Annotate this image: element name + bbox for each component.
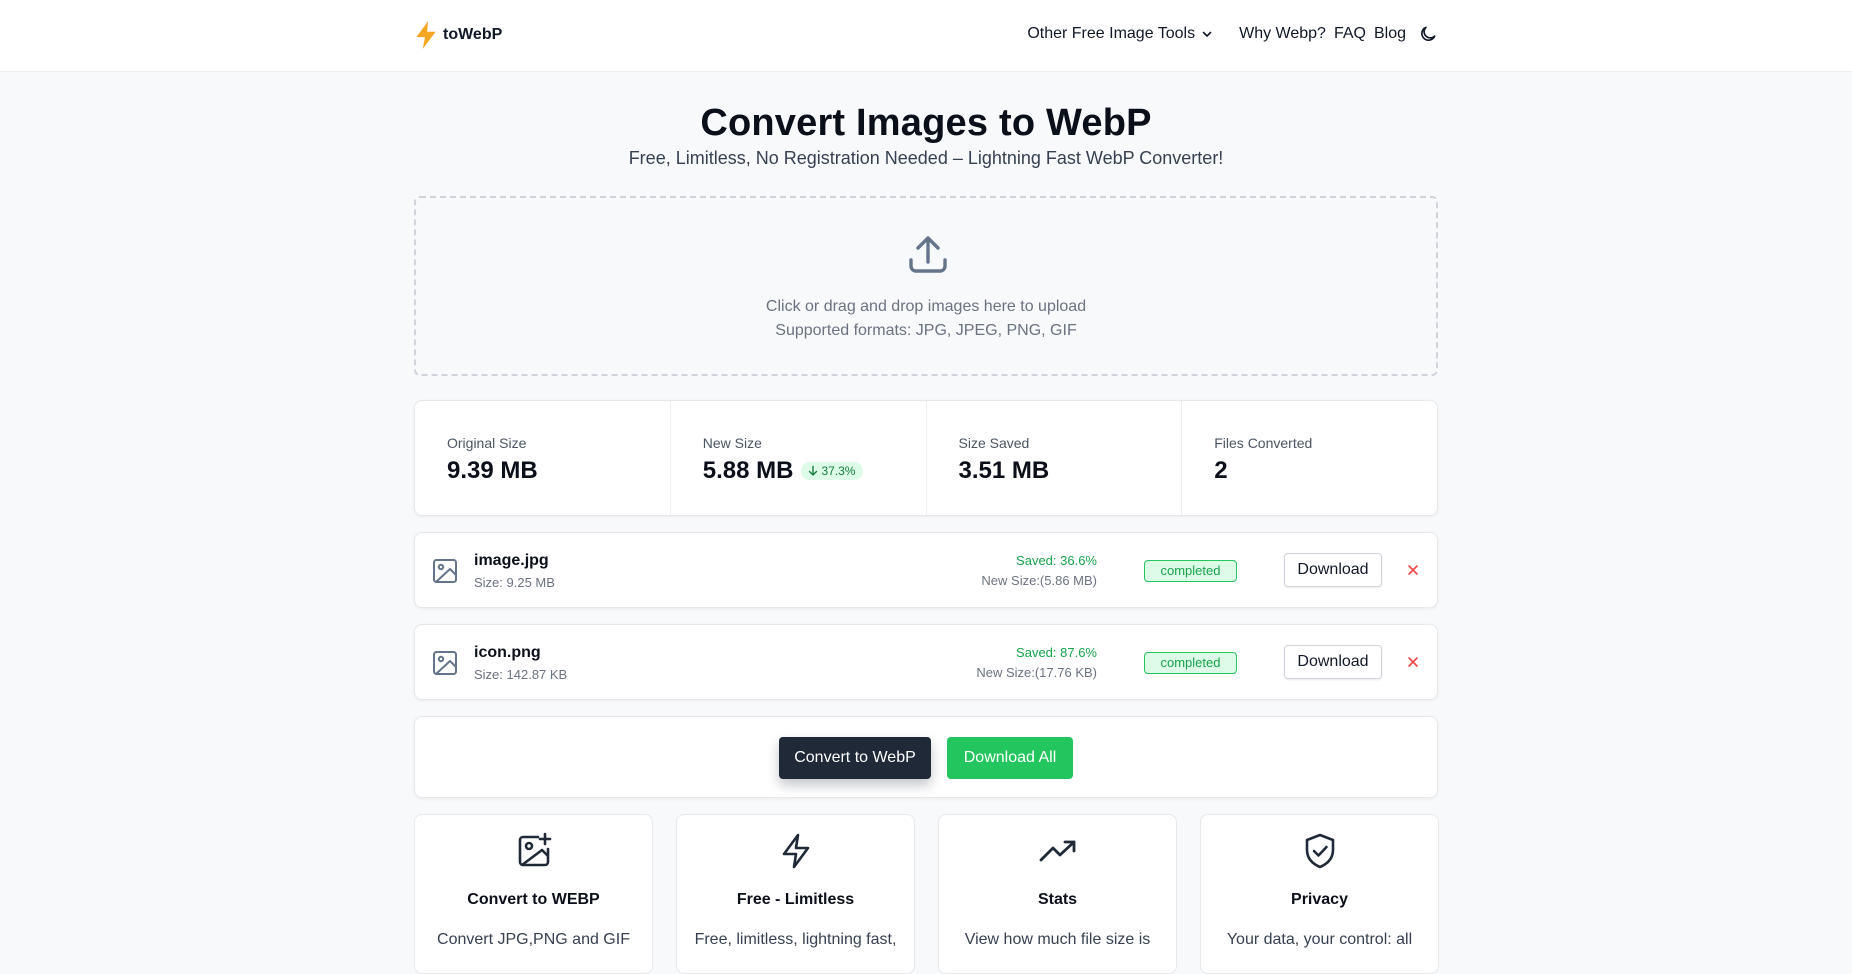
stat-label: Files Converted	[1214, 435, 1313, 451]
remove-file-button[interactable]	[1405, 562, 1421, 578]
upload-dropzone[interactable]: Click or drag and drop images here to up…	[414, 196, 1438, 376]
nav-tools-dropdown[interactable]: Other Free Image Tools	[1027, 25, 1213, 43]
file-row: icon.png Size: 142.87 KB Saved: 87.6% Ne…	[414, 624, 1438, 700]
nav-blog[interactable]: Blog	[1374, 25, 1406, 43]
download-all-button[interactable]: Download All	[947, 737, 1073, 779]
stat-value: 3.51 MB	[958, 457, 1050, 484]
theme-toggle-button[interactable]	[1418, 24, 1438, 44]
stat-label: Size Saved	[958, 435, 1030, 451]
remove-file-button[interactable]	[1405, 654, 1421, 670]
status-badge: completed	[1144, 652, 1237, 674]
page-subtitle: Free, Limitless, No Registration Needed …	[628, 148, 1224, 168]
file-size: Size: 142.87 KB	[474, 667, 568, 682]
stat-value: 5.88 MB 37.3%	[703, 457, 864, 485]
download-button[interactable]: Download	[1284, 645, 1382, 679]
feature-title: Free - Limitless	[736, 891, 855, 908]
stat-new-size: New Size 5.88 MB 37.3%	[671, 401, 927, 515]
file-name: image.jpg	[474, 552, 549, 569]
nav-faq[interactable]: FAQ	[1334, 25, 1366, 43]
stat-size-saved: Size Saved 3.51 MB	[927, 401, 1183, 515]
stat-value: 9.39 MB	[447, 457, 538, 484]
feature-card-privacy: Privacy Your data, your control: all	[1200, 814, 1439, 974]
trending-up-icon	[1039, 840, 1076, 862]
feature-description: Your data, your control: all	[1226, 931, 1413, 948]
stat-label: Original Size	[447, 435, 527, 451]
feature-description: View how much file size is	[964, 931, 1151, 948]
feature-card-free: Free - Limitless Free, limitless, lightn…	[676, 814, 915, 974]
stat-value: 2	[1214, 457, 1228, 484]
stat-label: New Size	[702, 435, 762, 451]
brand-name: toWebP	[443, 26, 503, 43]
nav-tools-label: Other Free Image Tools	[1027, 25, 1196, 42]
status-badge: completed	[1144, 560, 1237, 582]
main-nav: Other Free Image Tools Why Webp? FAQ Blo…	[1027, 24, 1438, 44]
site-header: toWebP Other Free Image Tools Why Webp? …	[0, 0, 1852, 72]
image-plus-icon	[518, 832, 552, 867]
feature-card-stats: Stats View how much file size is	[938, 814, 1177, 974]
convert-to-webp-button[interactable]: Convert to WebP	[779, 737, 931, 779]
zap-icon	[782, 833, 810, 869]
file-name: icon.png	[474, 644, 541, 661]
feature-title: Convert to WEBP	[467, 891, 600, 908]
close-icon	[1408, 565, 1418, 575]
feature-title: Privacy	[1291, 891, 1348, 908]
nav-why-webp[interactable]: Why Webp?	[1239, 25, 1326, 43]
moon-icon	[1421, 26, 1436, 41]
shield-check-icon	[1305, 833, 1335, 869]
stat-original-size: Original Size 9.39 MB	[415, 401, 671, 515]
feature-description: Free, limitless, lightning fast,	[694, 931, 897, 948]
page-title: Convert Images to WebP	[700, 102, 1152, 144]
file-new-size: New Size:(5.86 MB)	[981, 573, 1097, 588]
file-row: image.jpg Size: 9.25 MB Saved: 36.6% New…	[414, 532, 1438, 608]
file-new-size: New Size:(17.76 KB)	[976, 665, 1097, 680]
download-button[interactable]: Download	[1284, 553, 1382, 587]
actions-panel: Convert to WebP Download All	[414, 716, 1438, 798]
supported-formats: Supported formats: JPG, JPEG, PNG, GIF	[775, 322, 1077, 339]
feature-description: Convert JPG,PNG and GIF	[437, 931, 630, 948]
image-file-icon	[433, 651, 457, 675]
chevron-down-icon	[1202, 31, 1212, 37]
file-saved-percent: Saved: 87.6%	[1016, 645, 1097, 660]
stat-files-converted: Files Converted 2	[1182, 401, 1437, 515]
brand-logo[interactable]: toWebP	[413, 20, 502, 50]
arrow-down-icon	[809, 465, 818, 476]
reduction-badge: 37.3%	[801, 462, 864, 480]
upload-icon	[909, 236, 947, 273]
file-size: Size: 9.25 MB	[474, 575, 555, 590]
close-icon	[1408, 657, 1418, 667]
lightning-bolt-icon	[416, 21, 436, 49]
stats-panel: Original Size 9.39 MB New Size 5.88 MB 3…	[414, 400, 1438, 516]
image-file-icon	[433, 559, 457, 583]
file-saved-percent: Saved: 36.6%	[1016, 553, 1097, 568]
upload-instructions: Click or drag and drop images here to up…	[765, 298, 1087, 315]
feature-title: Stats	[1037, 891, 1078, 908]
feature-card-convert: Convert to WEBP Convert JPG,PNG and GIF	[414, 814, 653, 974]
